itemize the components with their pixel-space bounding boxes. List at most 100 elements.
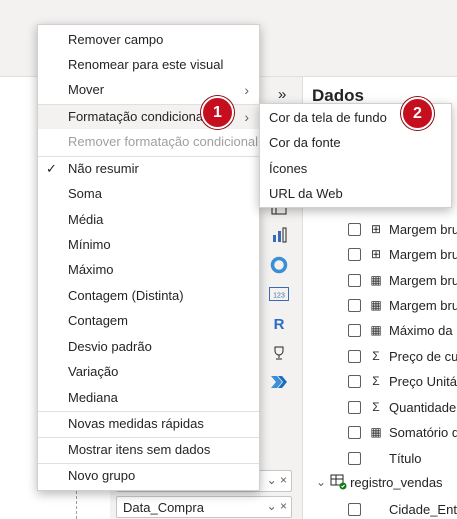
menu-item-label: Renomear para este visual xyxy=(68,57,224,72)
field-label: Quantidade xyxy=(389,399,457,415)
chevron-right-icon: › xyxy=(244,109,249,125)
field-item[interactable]: ⊞ Margem bru xyxy=(348,219,457,239)
submenu-item-label: Cor da fonte xyxy=(269,135,341,150)
menu-item-contagem[interactable]: Contagem xyxy=(38,309,259,333)
close-icon[interactable]: × xyxy=(280,499,287,513)
field-checkbox[interactable] xyxy=(348,349,361,363)
field-well-label: Data_Compra xyxy=(123,500,204,515)
measure-icon: ⊞ xyxy=(370,222,382,236)
calculator-icon: ▦ xyxy=(370,273,382,287)
submenu-item-icones[interactable]: Ícones xyxy=(260,156,451,181)
menu-item-remover-campo[interactable]: Remover campo xyxy=(38,28,259,52)
menu-item-label: Novas medidas rápidas xyxy=(68,416,204,431)
menu-item-label: Remover campo xyxy=(68,32,164,47)
menu-item-variacao[interactable]: Variação xyxy=(38,360,259,384)
field-checkbox[interactable] xyxy=(348,222,361,236)
field-label: Margem bru xyxy=(389,246,457,262)
calculator-icon: ▦ xyxy=(370,425,382,439)
field-item[interactable]: ▦ Somatório d xyxy=(348,422,457,442)
field-item[interactable]: Σ Quantidade xyxy=(348,397,457,417)
menu-item-label: Novo grupo xyxy=(68,468,136,483)
field-checkbox[interactable] xyxy=(348,502,361,516)
menu-item-mostrar-itens-sem-dados[interactable]: Mostrar itens sem dados xyxy=(38,438,259,462)
calculator-icon: ▦ xyxy=(370,298,382,312)
field-item[interactable]: Cidade_Entr xyxy=(348,499,457,519)
menu-item-desvio-padrao[interactable]: Desvio padrão xyxy=(38,335,259,359)
menu-item-label: Mediana xyxy=(68,390,118,405)
trophy-visual-icon[interactable] xyxy=(268,342,290,364)
menu-item-minimo[interactable]: Mínimo xyxy=(38,233,259,257)
field-well-controls[interactable]: ⌄ × xyxy=(267,473,287,487)
field-item[interactable]: ⊞ Margem bru xyxy=(348,244,457,264)
table-name: registro_vendas xyxy=(350,474,443,490)
chevron-down-icon[interactable]: ⌄ xyxy=(267,499,277,513)
field-item[interactable]: ▦ Máximo da xyxy=(348,320,457,340)
table-icon xyxy=(330,474,347,490)
chevron-down-icon[interactable]: ⌄ xyxy=(316,475,326,489)
menu-item-novo-grupo[interactable]: Novo grupo xyxy=(38,464,259,488)
menu-item-mediana[interactable]: Mediana xyxy=(38,386,259,410)
measure-icon: ⊞ xyxy=(370,247,382,261)
field-item[interactable]: Σ Preço de cus xyxy=(348,346,457,366)
menu-item-label: Remover formatação condicional xyxy=(68,134,259,149)
submenu-item-label: Cor da tela de fundo xyxy=(269,110,387,125)
waterfall-visual-icon[interactable] xyxy=(268,224,290,246)
field-checkbox[interactable] xyxy=(348,247,361,261)
field-item[interactable]: Σ Preço Unitár xyxy=(348,371,457,391)
field-context-menu: Remover campo Renomear para este visual … xyxy=(37,24,260,491)
menu-item-renomear[interactable]: Renomear para este visual xyxy=(38,53,259,77)
sigma-icon: Σ xyxy=(372,400,380,414)
menu-item-media[interactable]: Média xyxy=(38,208,259,232)
menu-item-label: Soma xyxy=(68,186,102,201)
submenu-item-cor-fonte[interactable]: Cor da fonte xyxy=(260,130,451,155)
field-label: Somatório d xyxy=(389,424,457,440)
expand-pane-icon[interactable]: » xyxy=(278,86,286,103)
field-well-data-compra[interactable]: Data_Compra ⌄ × xyxy=(116,496,292,518)
chevron-down-icon[interactable]: ⌄ xyxy=(267,473,277,487)
field-label: Cidade_Entr xyxy=(389,501,457,517)
menu-item-label: Contagem xyxy=(68,313,128,328)
menu-item-label: Variação xyxy=(68,364,119,379)
field-checkbox[interactable] xyxy=(348,273,361,287)
menu-item-label: Mínimo xyxy=(68,237,111,252)
menu-item-contagem-distinta[interactable]: Contagem (Distinta) xyxy=(38,284,259,308)
field-checkbox[interactable] xyxy=(348,374,361,388)
field-item[interactable]: ▦ Margem bru xyxy=(348,295,457,315)
power-automate-visual-icon[interactable] xyxy=(268,371,290,393)
card-visual-icon[interactable]: 123 xyxy=(268,283,290,305)
field-checkbox[interactable] xyxy=(348,400,361,414)
donut-visual-icon[interactable] xyxy=(268,254,290,276)
sigma-icon: Σ xyxy=(372,374,380,388)
menu-item-novas-medidas-rapidas[interactable]: Novas medidas rápidas xyxy=(38,412,259,436)
field-label: Margem bru xyxy=(389,272,457,288)
table-registro-vendas[interactable]: ⌄ registro_vendas xyxy=(316,474,443,490)
field-label: Título xyxy=(389,450,422,466)
field-label: Margem bru xyxy=(389,297,457,313)
field-checkbox[interactable] xyxy=(348,451,361,465)
menu-item-label: Não resumir xyxy=(68,161,139,176)
menu-item-label: Formatação condicional xyxy=(68,109,207,124)
calculator-icon: ▦ xyxy=(370,323,382,337)
field-checkbox[interactable] xyxy=(348,323,361,337)
field-label: Preço Unitár xyxy=(389,373,457,389)
close-icon[interactable]: × xyxy=(280,473,287,487)
menu-item-label: Mover xyxy=(68,82,105,97)
step-badge-2: 2 xyxy=(401,97,434,130)
menu-item-nao-resumir[interactable]: ✓ Não resumir xyxy=(38,157,259,181)
field-item[interactable]: ▦ Margem bru xyxy=(348,270,457,290)
chevron-right-icon: › xyxy=(244,82,249,98)
submenu-item-label: Ícones xyxy=(269,161,308,176)
menu-item-label: Contagem (Distinta) xyxy=(68,288,184,303)
menu-item-maximo[interactable]: Máximo xyxy=(38,258,259,282)
r-visual-icon[interactable]: R xyxy=(268,313,290,335)
field-label: Margem bru xyxy=(389,221,457,237)
submenu-item-url-web[interactable]: URL da Web xyxy=(260,181,451,206)
field-checkbox[interactable] xyxy=(348,425,361,439)
field-well-controls[interactable]: ⌄ × xyxy=(267,499,287,513)
field-checkbox[interactable] xyxy=(348,298,361,312)
field-item[interactable]: Título xyxy=(348,448,457,468)
sigma-icon: Σ xyxy=(372,349,380,363)
submenu-item-label: URL da Web xyxy=(269,186,343,201)
step-badge-1: 1 xyxy=(201,96,234,129)
menu-item-soma[interactable]: Soma xyxy=(38,182,259,206)
